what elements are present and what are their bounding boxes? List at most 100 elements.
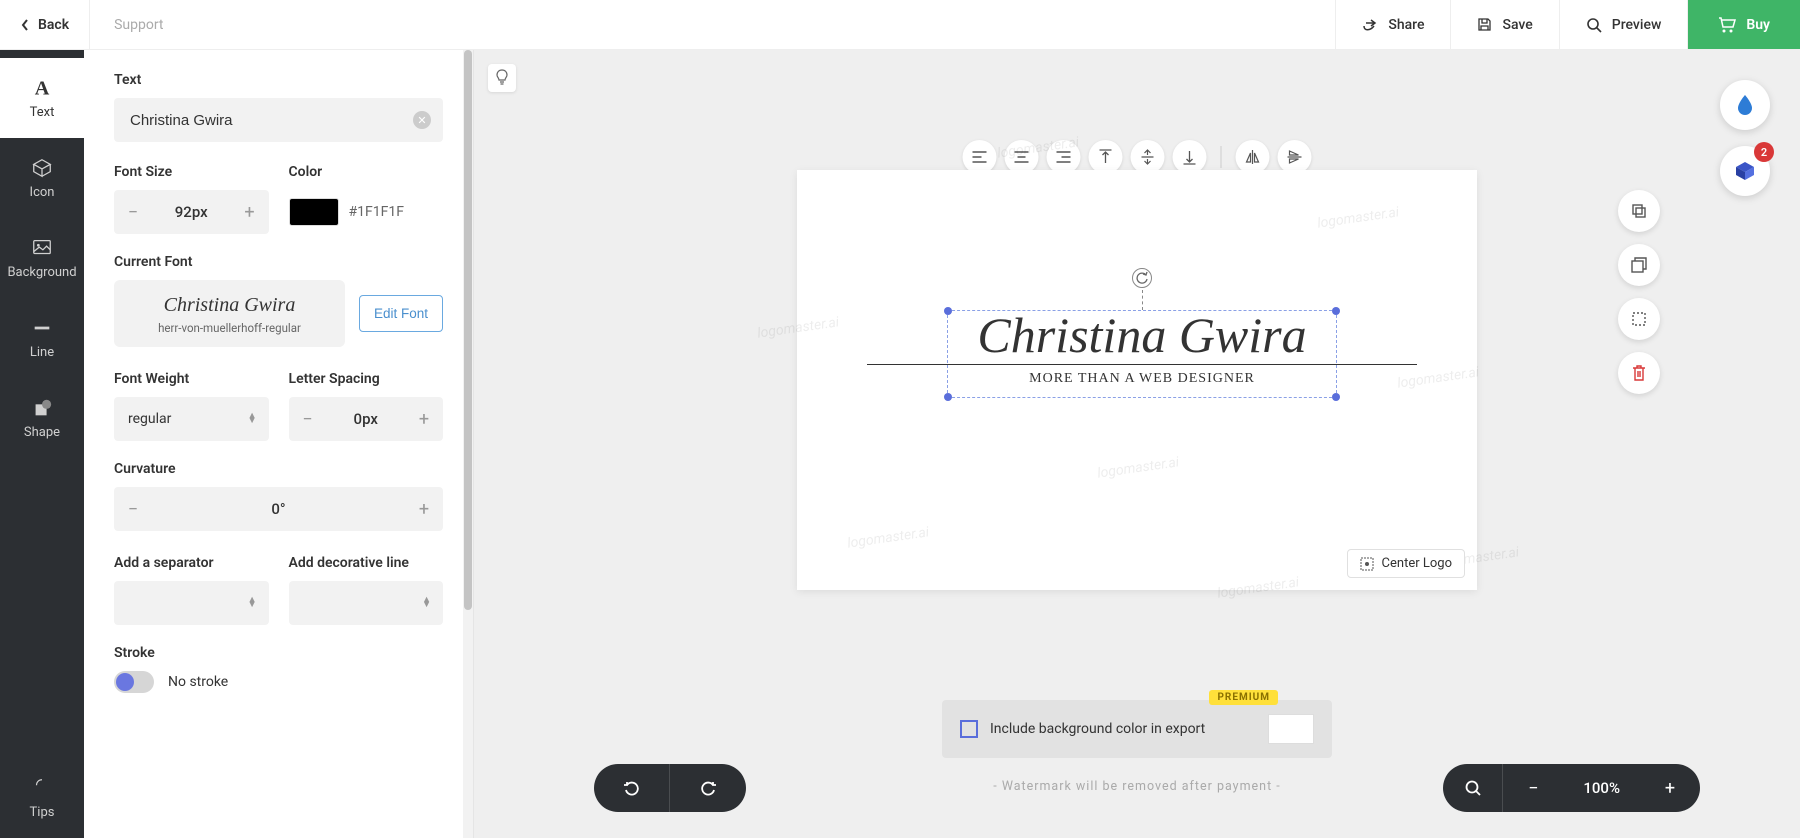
bulb-icon — [31, 777, 53, 799]
share-button[interactable]: Share — [1335, 0, 1450, 49]
trash-icon — [1631, 364, 1647, 382]
align-right-icon — [1056, 150, 1072, 164]
back-label: Back — [38, 17, 69, 33]
delete-button[interactable] — [1618, 352, 1660, 394]
letter-spacing-stepper[interactable]: − 0px + — [289, 397, 444, 441]
letter-spacing-increment[interactable]: + — [405, 409, 443, 430]
align-bottom-icon — [1183, 149, 1197, 165]
support-link[interactable]: Support — [90, 17, 187, 33]
layers-button[interactable] — [1618, 244, 1660, 286]
zoom-fit-button[interactable] — [1443, 764, 1503, 812]
layers-badge: 2 — [1754, 142, 1774, 162]
font-weight-select[interactable]: regular ▲▼ — [114, 397, 269, 441]
align-middle-button[interactable] — [1131, 140, 1165, 174]
buy-button[interactable]: Buy — [1687, 0, 1800, 49]
panel-scrollbar[interactable] — [463, 50, 473, 838]
flip-v-icon — [1287, 149, 1303, 165]
nav-icon[interactable]: Icon — [0, 138, 84, 218]
center-logo-button[interactable]: Center Logo — [1347, 549, 1465, 578]
nav-text[interactable]: A Text — [0, 58, 84, 138]
share-icon — [1362, 18, 1378, 32]
align-left-icon — [972, 150, 988, 164]
separator-select[interactable]: ▲▼ — [114, 581, 269, 625]
curvature-increment[interactable]: + — [405, 499, 443, 520]
font-size-label: Font Size — [114, 164, 269, 180]
chevron-left-icon — [20, 18, 30, 32]
decorative-label: Add decorative line — [289, 555, 444, 571]
toolbar-separator — [1221, 146, 1222, 168]
font-size-increment[interactable]: + — [231, 202, 269, 223]
resize-handle-bl[interactable] — [944, 393, 952, 401]
edit-font-button[interactable]: Edit Font — [359, 295, 443, 332]
image-icon — [31, 237, 53, 259]
save-icon — [1477, 17, 1492, 32]
color-drop-button[interactable] — [1720, 80, 1770, 130]
chevron-updown-icon: ▲▼ — [248, 598, 257, 608]
zoom-out-button[interactable]: − — [1503, 764, 1563, 812]
select-button[interactable] — [1618, 298, 1660, 340]
nav-line[interactable]: Line — [0, 298, 84, 378]
decorative-select[interactable]: ▲▼ — [289, 581, 444, 625]
resize-handle-tl[interactable] — [944, 307, 952, 315]
align-left-button[interactable] — [963, 140, 997, 174]
rotate-handle[interactable] — [1132, 268, 1152, 288]
duplicate-button[interactable] — [1618, 190, 1660, 232]
current-font-label: Current Font — [114, 254, 443, 270]
flip-vertical-button[interactable] — [1278, 140, 1312, 174]
layers-fab[interactable]: 2 — [1720, 146, 1770, 196]
curvature-stepper[interactable]: − 0° + — [114, 487, 443, 531]
text-input[interactable] — [114, 98, 443, 142]
hint-button[interactable] — [488, 64, 516, 92]
shape-icon — [31, 397, 53, 419]
stroke-label: Stroke — [114, 645, 443, 661]
undo-button[interactable] — [594, 764, 670, 812]
chevron-updown-icon: ▲▼ — [248, 414, 257, 424]
resize-handle-tr[interactable] — [1332, 307, 1340, 315]
align-toolbar — [963, 140, 1312, 174]
nav-shape[interactable]: Shape — [0, 378, 84, 458]
cart-icon — [1718, 17, 1736, 33]
bg-color-preview[interactable] — [1268, 714, 1314, 744]
resize-handle-br[interactable] — [1332, 393, 1340, 401]
layers-icon — [1630, 256, 1648, 274]
align-right-button[interactable] — [1047, 140, 1081, 174]
align-center-button[interactable] — [1005, 140, 1039, 174]
curvature-decrement[interactable]: − — [114, 499, 152, 520]
watermark-note: - Watermark will be removed after paymen… — [993, 779, 1280, 794]
font-size-decrement[interactable]: − — [114, 202, 152, 223]
watermark-text: logomaster.ai — [756, 314, 840, 341]
letter-spacing-decrement[interactable]: − — [289, 409, 327, 430]
flip-horizontal-button[interactable] — [1236, 140, 1270, 174]
stroke-toggle[interactable] — [114, 671, 154, 693]
properties-panel: Text ✕ Font Size − 92px + Color — [84, 50, 474, 838]
premium-badge: PREMIUM — [1209, 690, 1278, 705]
selected-text-element[interactable]: Christina Gwira More Than A Web Designer — [947, 310, 1337, 398]
align-center-icon — [1014, 150, 1030, 164]
color-swatch[interactable] — [289, 198, 339, 226]
letter-spacing-value: 0px — [327, 410, 406, 428]
redo-button[interactable] — [670, 764, 746, 812]
align-bottom-button[interactable] — [1173, 140, 1207, 174]
clear-text-button[interactable]: ✕ — [413, 111, 431, 129]
font-size-stepper[interactable]: − 92px + — [114, 190, 269, 234]
selection-box — [947, 310, 1337, 398]
watermark-text: logomaster.ai — [1216, 574, 1300, 601]
scrollbar-thumb[interactable] — [464, 50, 472, 610]
save-button[interactable]: Save — [1450, 0, 1558, 49]
nav-background[interactable]: Background — [0, 218, 84, 298]
color-hex-value: #1F1F1F — [349, 204, 404, 220]
logo-canvas[interactable]: logomaster.ai logomaster.ai logomaster.a… — [797, 170, 1477, 590]
preview-button[interactable]: Preview — [1559, 0, 1688, 49]
redo-icon — [699, 779, 717, 797]
align-top-icon — [1099, 149, 1113, 165]
curvature-value: 0° — [152, 500, 405, 518]
back-button[interactable]: Back — [0, 0, 90, 49]
canvas-area: logomaster.ai logomaster.ai logomaster.a… — [474, 50, 1800, 838]
include-bg-checkbox[interactable] — [960, 720, 978, 738]
nav-tips[interactable]: Tips — [0, 758, 84, 838]
zoom-in-button[interactable]: + — [1640, 764, 1700, 812]
align-top-button[interactable] — [1089, 140, 1123, 174]
undo-icon — [623, 779, 641, 797]
watermark-text: logomaster.ai — [846, 524, 930, 551]
zoom-value: 100% — [1563, 779, 1640, 797]
